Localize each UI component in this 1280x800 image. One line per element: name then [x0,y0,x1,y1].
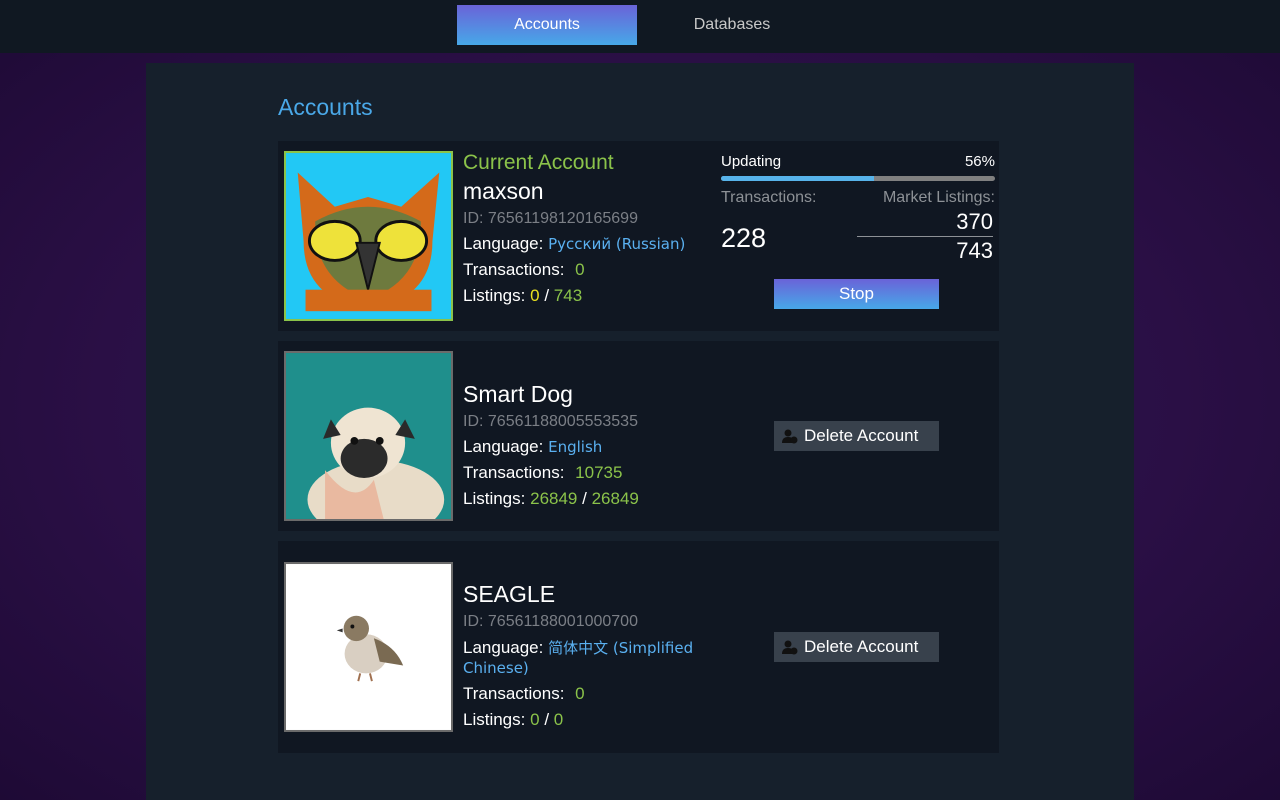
language-label: Language: [463,638,544,657]
main-panel: Accounts Current Account maxson ID: 7656… [146,63,1134,800]
account-id: ID: 76561198120165699 [463,210,638,227]
listings-current: 26849 [530,489,578,508]
account-card-current: Current Account maxson ID: 7656119812016… [278,141,999,331]
update-percent: 56% [964,153,995,170]
current-account-label: Current Account [463,151,614,174]
listings-separator: / [582,489,587,508]
language-row: Language: 简体中文 (Simplified Chinese) [463,637,713,678]
listings-total: 0 [553,710,564,729]
transactions-value: 0 [575,260,585,279]
account-name: SEAGLE [463,581,556,607]
pug-avatar [284,351,453,521]
account-name: maxson [463,178,544,204]
listings-total: 743 [553,286,583,305]
user-delete-icon [782,640,798,655]
transactions-value: 0 [575,684,585,703]
listings-label: Listings: [463,489,526,508]
owl-icon [286,153,451,319]
language-value: Русский (Russian) [548,235,686,253]
listings-label: Listings: [463,710,526,729]
language-label: Language: [463,437,544,456]
account-card: SEAGLE ID: 76561188001000700 Language: 简… [278,541,999,753]
sparrow-avatar [284,562,453,732]
transactions-row: Transactions: 0 [463,684,713,704]
listings-total: 26849 [591,489,639,508]
update-market-processed: 370 [857,209,993,237]
listings-separator: / [544,286,550,305]
transactions-row: Transactions: 10735 [463,463,639,483]
delete-account-button[interactable]: Delete Account [774,632,939,662]
transactions-label: Transactions: [463,463,565,482]
update-progress-panel: Updating 56% Transactions: Market Listin… [721,153,995,267]
stop-button[interactable]: Stop [774,279,939,309]
update-market-label: Market Listings: [882,189,995,206]
user-delete-icon [782,429,798,444]
tab-accounts[interactable]: Accounts [457,5,637,45]
account-card: Smart Dog ID: 76561188005553535 Language… [278,341,999,531]
update-progress-fill [721,176,875,181]
update-progress-bar [721,176,995,181]
listings-row: Listings: 26849 / 26849 [463,489,639,509]
language-label: Language: [463,234,544,253]
transactions-value: 10735 [575,463,623,482]
language-value: English [548,438,603,456]
update-status: Updating [721,153,782,170]
delete-account-label: Delete Account [804,426,919,445]
owl-avatar [284,151,453,321]
account-id: ID: 76561188001000700 [463,613,638,630]
transactions-row: Transactions: 0 [463,260,685,280]
account-name: Smart Dog [463,381,573,407]
listings-current: 0 [530,286,540,305]
language-row: Language: English [463,437,639,457]
listings-row: Listings: 0 / 0 [463,710,713,730]
page-title: Accounts [278,94,373,120]
top-nav-bar: Accounts Databases [0,0,1280,53]
delete-account-button[interactable]: Delete Account [774,421,939,451]
listings-label: Listings: [463,286,526,305]
language-row: Language: Русский (Russian) [463,234,685,254]
tab-databases[interactable]: Databases [642,5,822,45]
account-id: ID: 76561188005553535 [463,413,638,430]
sparrow-icon [286,564,451,730]
update-transactions-value: 228 [721,223,767,253]
listings-row: Listings: 0 / 743 [463,286,685,306]
transactions-label: Transactions: [463,684,565,703]
transactions-label: Transactions: [463,260,565,279]
update-market-total: 743 [956,238,993,263]
update-transactions-label: Transactions: [721,189,817,206]
delete-account-label: Delete Account [804,637,919,656]
pug-icon [286,353,451,519]
listings-separator: / [544,710,550,729]
listings-current: 0 [530,710,540,729]
